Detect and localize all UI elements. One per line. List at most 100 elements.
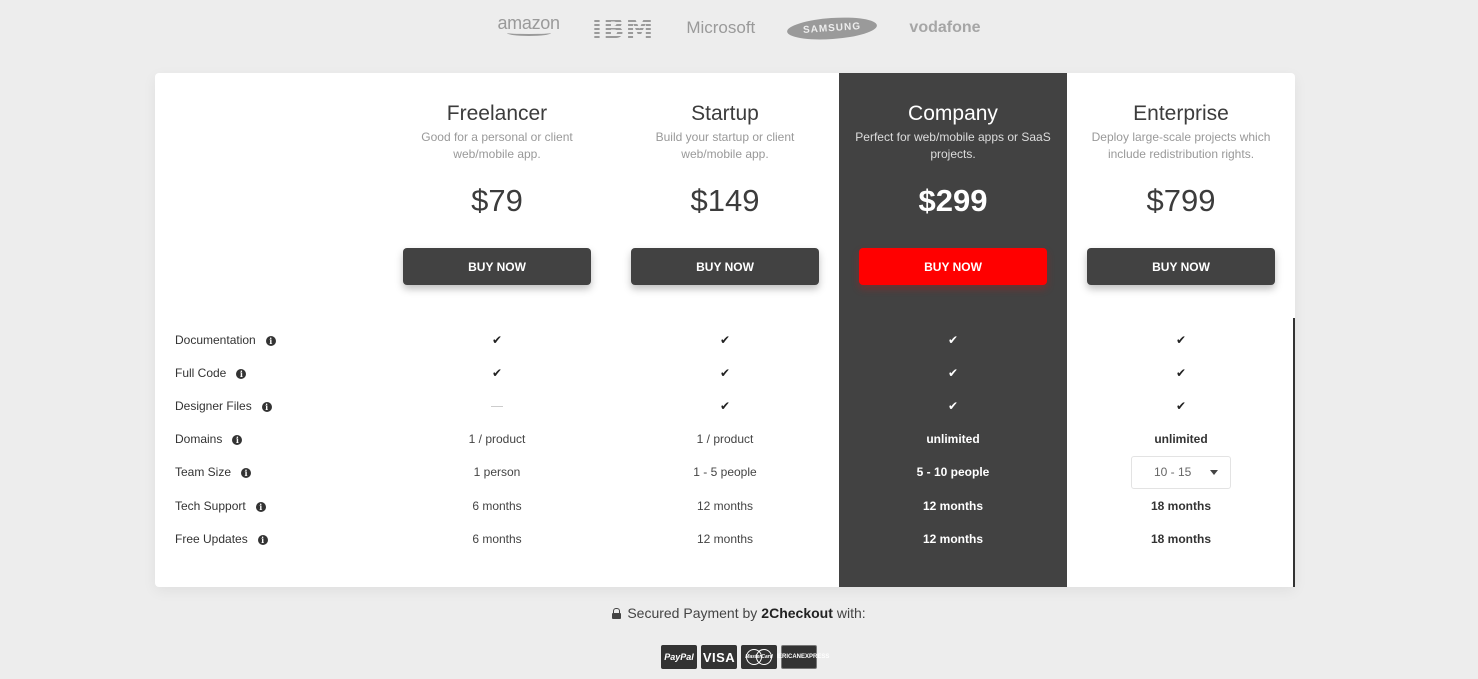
plan-name: Freelancer (446, 102, 548, 125)
feature-cell: ✔ (383, 324, 611, 357)
check-icon: ✔ (1175, 399, 1187, 413)
client-logos: amazon IBM Microsoft SAMSUNG vodafone (0, 8, 1478, 48)
feature-label-cell: Tech Support i (175, 490, 266, 523)
info-icon[interactable]: i (261, 401, 272, 412)
feature-cell: ✔ (1067, 390, 1295, 423)
plan-name: Startup (691, 102, 759, 125)
check-icon: ✔ (491, 366, 503, 380)
buy-now-button-company[interactable]: BUY NOW (859, 248, 1047, 285)
feature-value: 12 months (696, 532, 754, 546)
info-icon[interactable]: i (241, 467, 252, 478)
feature-row-team-size: Team Size i 1 person 1 - 5 people 5 - 10 … (155, 456, 1295, 489)
feature-cell: ✔ (611, 357, 839, 390)
feature-label: Team Size (175, 465, 232, 479)
buy-now-button-freelancer[interactable]: BUY NOW (403, 248, 591, 285)
check-icon: ✔ (947, 399, 959, 413)
feature-label-cell: Documentation i (175, 324, 276, 357)
feature-label: Tech Support (175, 499, 246, 513)
team-size-select-value: 10 - 15 (1154, 465, 1192, 479)
plan-description: Perfect for web/mobile apps or SaaS proj… (855, 130, 1051, 161)
vodafone-logo: vodafone (909, 19, 981, 36)
ibm-logo: IBM (591, 11, 655, 45)
payment-provider: 2Checkout (761, 605, 833, 621)
feature-cell: 10 - 15 (1067, 456, 1295, 489)
paypal-icon: PayPal (661, 645, 697, 669)
feature-cell (383, 390, 611, 423)
feature-value: 18 months (1150, 532, 1211, 546)
check-icon: ✔ (1175, 366, 1187, 380)
feature-cell: ✔ (611, 324, 839, 357)
payment-methods: PayPal VISA MasterCard AMERICAN EXPRESS (0, 645, 1478, 669)
info-icon[interactable]: i (257, 534, 268, 545)
amex-label-2: EXPRESS (801, 654, 830, 660)
amazon-logo: amazon (497, 13, 560, 36)
check-icon: ✔ (719, 333, 731, 347)
feature-cell: ✔ (839, 324, 1067, 357)
feature-cell: ✔ (1067, 357, 1295, 390)
check-icon: ✔ (719, 399, 731, 413)
info-icon[interactable]: i (265, 335, 276, 346)
plan-price: $79 (471, 183, 523, 218)
plan-price: $799 (1146, 183, 1216, 218)
feature-value: 1 person (473, 465, 521, 479)
check-icon: ✔ (1175, 333, 1187, 347)
feature-cell: ✔ (1067, 324, 1295, 357)
lock-icon (612, 607, 622, 619)
feature-value: 12 months (922, 499, 983, 513)
samsung-logo: SAMSUNG (786, 14, 879, 42)
info-icon[interactable]: i (255, 501, 266, 512)
dash-icon (491, 406, 503, 408)
plan-name: Company (908, 102, 998, 125)
feature-label-cell: Team Size i (175, 456, 252, 489)
chevron-down-icon (1210, 470, 1218, 475)
plan-description: Build your startup or client web/mobile … (655, 130, 795, 161)
secure-prefix: Secured Payment by (627, 605, 758, 621)
mastercard-icon: MasterCard (741, 645, 777, 669)
mastercard-label: MasterCard (745, 654, 773, 660)
feature-value: 12 months (922, 532, 983, 546)
feature-row-free-updates: Free Updates i 6 months 12 months 12 mont… (155, 523, 1295, 556)
plan-name: Enterprise (1133, 102, 1229, 125)
feature-value: 18 months (1150, 499, 1211, 513)
feature-label: Full Code (175, 366, 227, 380)
feature-cell: ✔ (383, 357, 611, 390)
feature-cell: ✔ (839, 390, 1067, 423)
team-size-select[interactable]: 10 - 15 (1131, 456, 1231, 489)
feature-label-cell: Domains i (175, 423, 243, 456)
feature-value: unlimited (1154, 432, 1208, 446)
feature-label-cell: Free Updates i (175, 523, 268, 556)
feature-label-cell: Full Code i (175, 357, 247, 390)
plan-price: $149 (690, 183, 760, 218)
secure-suffix: with: (836, 605, 866, 621)
feature-label: Domains (175, 432, 223, 446)
buy-now-button-startup[interactable]: BUY NOW (631, 248, 819, 285)
secured-payment-note: Secured Payment by 2Checkout with: (0, 605, 1478, 621)
plan-description: Deploy large-scale projects which includ… (1091, 130, 1271, 161)
amex-icon: AMERICAN EXPRESS (769, 645, 829, 669)
feature-value: 6 months (472, 499, 522, 513)
check-icon: ✔ (491, 333, 503, 347)
check-icon: ✔ (719, 366, 731, 380)
feature-value: 12 months (696, 499, 754, 513)
visa-icon: VISA (701, 645, 737, 669)
microsoft-logo: Microsoft (686, 18, 756, 37)
info-icon[interactable]: i (232, 434, 243, 445)
feature-label: Documentation (175, 333, 256, 347)
feature-value: 1 / product (696, 432, 754, 446)
feature-label-cell: Designer Files i (175, 390, 272, 423)
plan-description: Good for a personal or client web/mobile… (421, 130, 573, 161)
feature-row-documentation: Documentation i ✔ ✔ ✔ ✔ (155, 324, 1295, 357)
feature-cell: ✔ (611, 390, 839, 423)
info-icon[interactable]: i (236, 368, 247, 379)
feature-value: 5 - 10 people (916, 465, 990, 479)
buy-now-button-enterprise[interactable]: BUY NOW (1087, 248, 1275, 285)
feature-row-domains: Domains i 1 / product 1 / product unlimit… (155, 423, 1295, 456)
check-icon: ✔ (947, 366, 959, 380)
feature-value: unlimited (926, 432, 980, 446)
feature-cell: ✔ (839, 357, 1067, 390)
feature-value: 1 - 5 people (693, 465, 757, 479)
feature-row-tech-support: Tech Support i 6 months 12 months 12 mont… (155, 490, 1295, 523)
feature-row-designer-files: Designer Files i ✔ ✔ ✔ (155, 390, 1295, 423)
feature-value: 1 / product (468, 432, 526, 446)
feature-value: 6 months (472, 532, 522, 546)
